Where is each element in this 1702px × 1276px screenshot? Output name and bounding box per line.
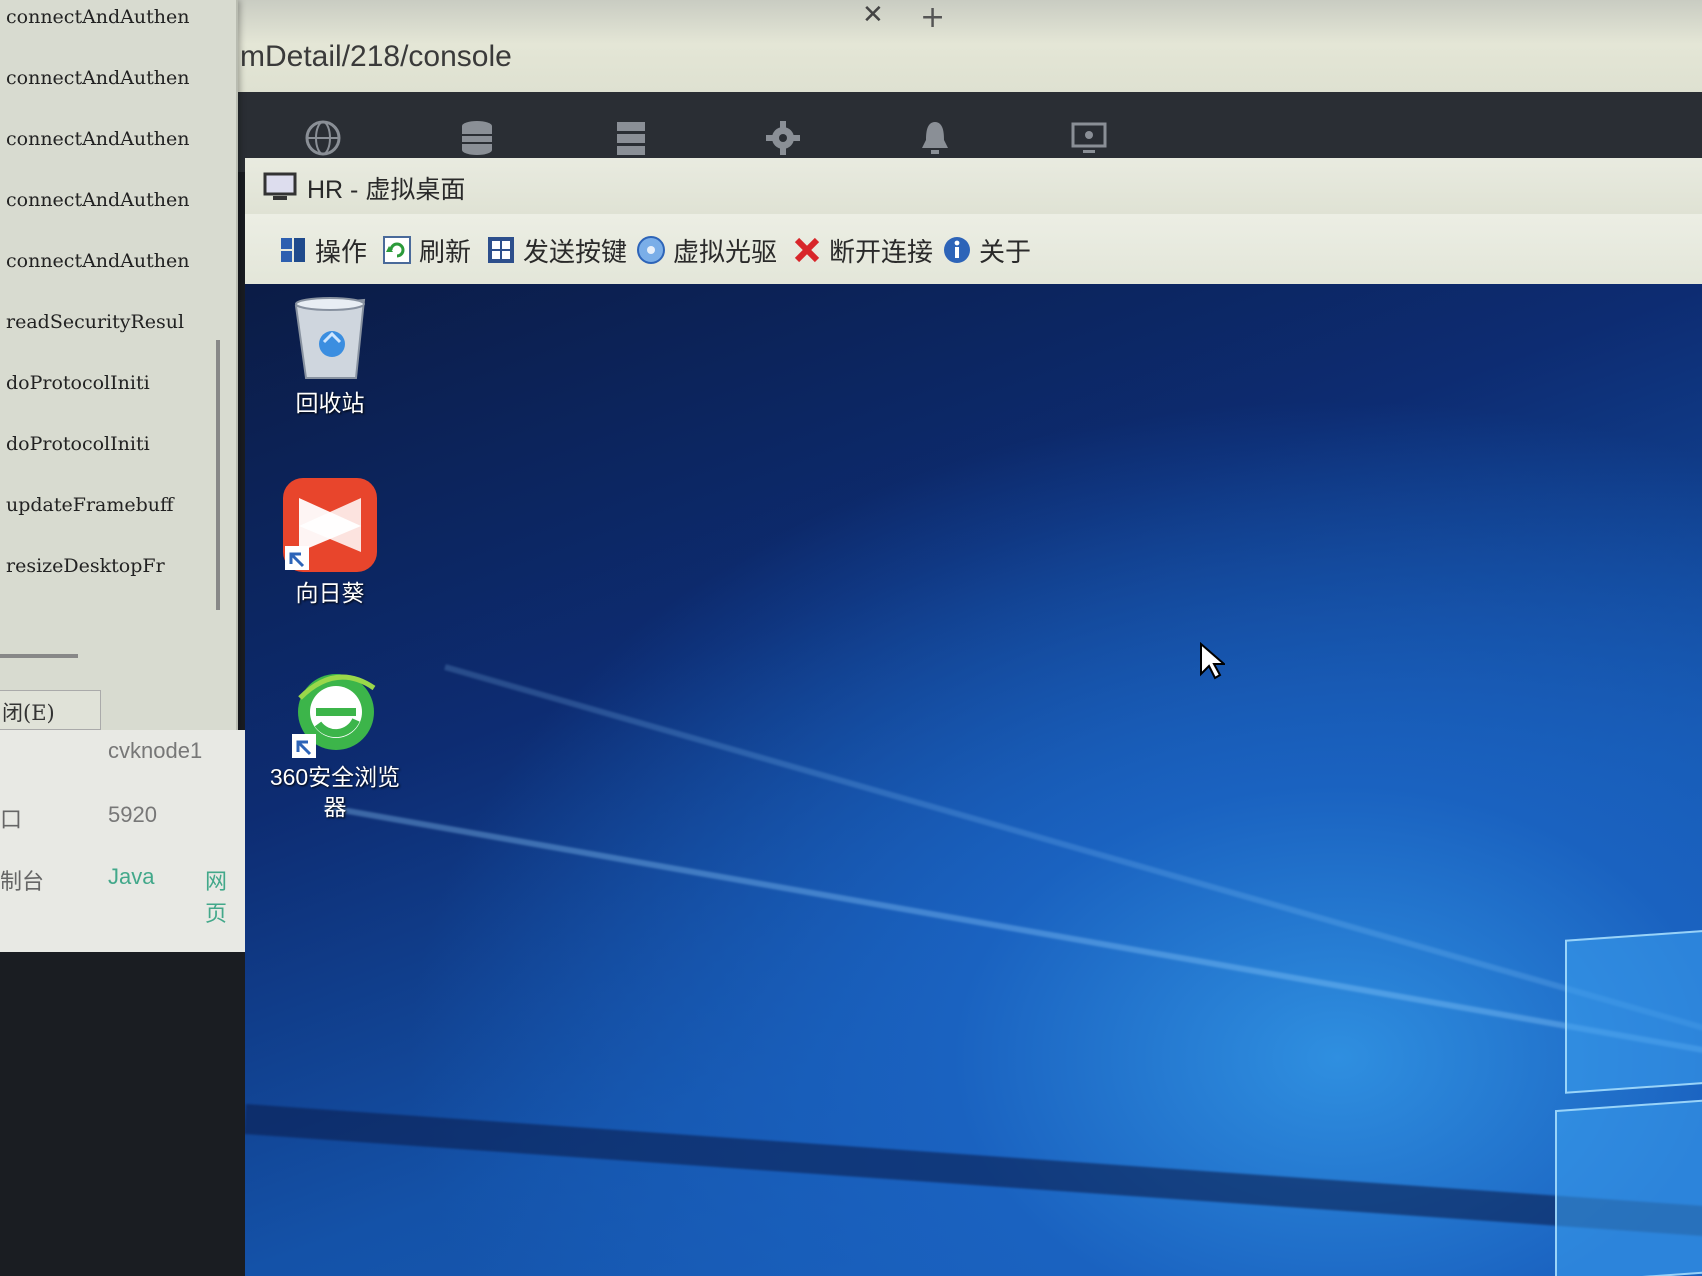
globe-icon[interactable] (303, 118, 343, 158)
sunlogin-icon (283, 478, 377, 572)
log-line: doProtocolIniti (6, 433, 150, 455)
log-line: connectAndAuthen (6, 6, 190, 28)
refresh-icon (383, 236, 411, 264)
host-value: cvknode1 (108, 738, 203, 763)
log-line: connectAndAuthen (6, 128, 190, 150)
360-browser-icon (292, 674, 376, 758)
send-keys-label: 发送按键 (523, 237, 628, 268)
about-label: 关于 (979, 237, 1032, 268)
desktop-icon-sunlogin[interactable]: 向日葵 (260, 476, 400, 608)
close-button-label: 闭(E) (2, 701, 55, 725)
database-icon[interactable] (457, 118, 497, 158)
log-vertical-scrollbar[interactable] (216, 340, 220, 610)
web-console-link[interactable]: 网页 (205, 864, 245, 928)
vm-info-panel: cvknode1 口 5920 制台 Java 网页 (0, 730, 245, 952)
window-title: HR - 虚拟桌面 (307, 176, 466, 204)
virtual-cdrom-label: 虚拟光驱 (673, 237, 778, 268)
java-console-link[interactable]: Java (108, 864, 154, 890)
virtual-cdrom-button[interactable]: 虚拟光驱 (637, 232, 777, 268)
disconnect-label: 断开连接 (829, 237, 934, 268)
remote-desktop-toolbar: 操作 刷新 发送按键 虚拟光驱 断开连接 关于 (245, 214, 1702, 285)
remote-desktop-window: HR - 虚拟桌面 操作 刷新 发送按键 虚拟光驱 断开连接 关于 回收站 向日… (245, 158, 1702, 1276)
gear-icon[interactable] (763, 118, 803, 158)
bell-icon[interactable] (915, 118, 955, 158)
log-line: updateFramebuff (6, 494, 174, 516)
cd-icon (637, 236, 665, 264)
port-value: 5920 (108, 802, 157, 827)
360-browser-label: 360安全浏览器 (269, 764, 401, 820)
refresh-label: 刷新 (419, 237, 472, 268)
remote-desktop-titlebar[interactable]: HR - 虚拟桌面 (245, 158, 1702, 214)
info-icon (944, 237, 970, 263)
send-keys-button[interactable]: 发送按键 (487, 232, 627, 268)
desktop-icon-recycle-bin[interactable]: 回收站 (260, 292, 400, 418)
server-icon[interactable] (611, 118, 651, 158)
sunlogin-label: 向日葵 (295, 580, 365, 606)
log-line: connectAndAuthen (6, 67, 190, 89)
desktop-icon-360-browser[interactable]: 360安全浏览器 (260, 668, 410, 822)
log-horizontal-scrollbar[interactable] (0, 654, 78, 658)
close-x-icon (794, 237, 820, 263)
port-label: 口 (0, 807, 23, 832)
windows-logo-pane (1555, 1097, 1702, 1276)
java-log-window: connectAndAuthen connectAndAuthen connectA… (0, 0, 238, 740)
recycle-bin-icon (294, 297, 366, 379)
windows-logo-pane (1565, 928, 1702, 1094)
remote-desktop-screen[interactable]: 回收站 向日葵 360安全浏览器 (245, 284, 1702, 1276)
log-line: connectAndAuthen (6, 250, 190, 272)
monitor-settings-icon[interactable] (1069, 118, 1109, 158)
recycle-bin-label: 回收站 (295, 390, 365, 416)
log-line: resizeDesktopFr (6, 555, 165, 577)
tab-close-button[interactable]: ✕ (862, 0, 884, 30)
log-line: readSecurityResul (6, 311, 185, 333)
about-button[interactable]: 关于 (943, 232, 1031, 268)
log-line: connectAndAuthen (6, 189, 190, 211)
disconnect-button[interactable]: 断开连接 (793, 232, 933, 268)
mouse-pointer-icon (1200, 642, 1225, 680)
address-bar-text[interactable]: mDetail/218/console (240, 40, 512, 74)
keyboard-icon (488, 237, 514, 263)
new-tab-button[interactable]: + (920, 0, 945, 35)
wallpaper-light-beam (324, 804, 1702, 1071)
refresh-button[interactable]: 刷新 (383, 232, 471, 268)
operate-menu[interactable]: 操作 (279, 232, 367, 268)
log-line: doProtocolIniti (6, 372, 150, 394)
close-button[interactable]: 闭(E) (0, 690, 101, 730)
monitor-icon (263, 172, 297, 200)
wallpaper-shadow-band (245, 1104, 1702, 1239)
operate-icon (281, 238, 305, 262)
operate-label: 操作 (315, 237, 368, 268)
console-label: 制台 (0, 869, 45, 894)
